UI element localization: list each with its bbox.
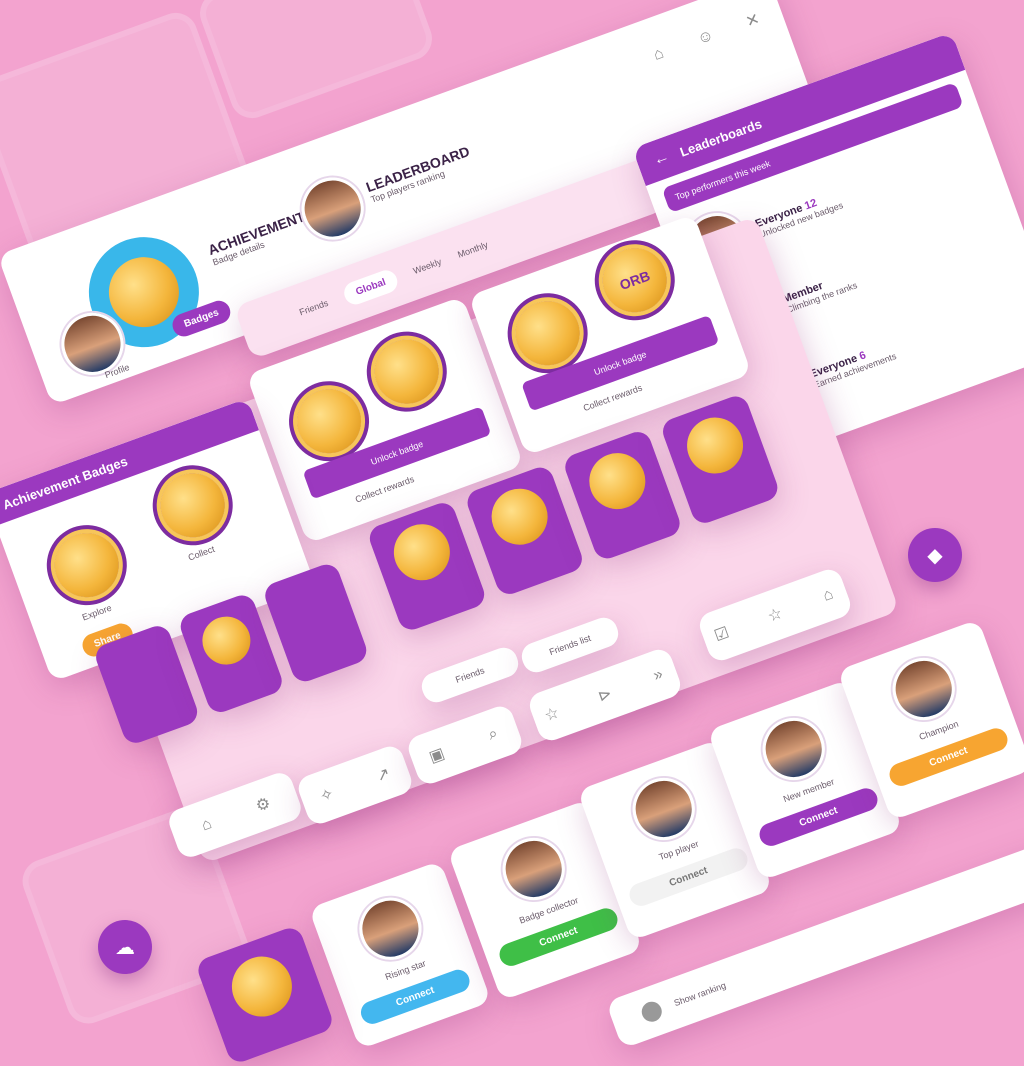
filter-item-active[interactable]: Global bbox=[340, 266, 401, 308]
camera-icon[interactable]: ▣ bbox=[411, 729, 463, 781]
star-icon[interactable]: ☆ bbox=[750, 589, 800, 641]
sparkle-icon[interactable]: ✧ bbox=[301, 769, 353, 821]
home-icon[interactable]: ⌂ bbox=[181, 799, 233, 851]
badge-icon bbox=[385, 516, 458, 589]
floating-action-icon[interactable]: ◆ bbox=[908, 528, 962, 582]
back-icon[interactable]: ← bbox=[651, 148, 672, 170]
settings-icon[interactable]: ⚙ bbox=[237, 779, 289, 831]
connect-button[interactable]: Connect bbox=[886, 725, 1011, 790]
connect-button[interactable]: Connect bbox=[626, 845, 751, 910]
profile-avatar bbox=[350, 888, 431, 969]
connect-button[interactable]: Connect bbox=[756, 785, 881, 850]
label-chip-text: Friends list bbox=[547, 632, 593, 658]
badge-caption: Collect bbox=[186, 543, 217, 563]
profile-avatar bbox=[753, 709, 834, 789]
chat-icon[interactable]: ☺ bbox=[680, 12, 732, 64]
badge-icon bbox=[483, 480, 556, 553]
floating-action-icon[interactable]: ☁ bbox=[98, 920, 152, 974]
bottom-badge-tile[interactable] bbox=[194, 924, 336, 1066]
profile-avatar bbox=[623, 769, 704, 849]
filter-item[interactable]: Monthly bbox=[456, 240, 489, 260]
search-icon[interactable]: ⌕ bbox=[467, 709, 519, 761]
badge-title-block: ACHIEVEMENT Badge details bbox=[206, 208, 311, 267]
badge-icon bbox=[679, 409, 751, 482]
play-icon[interactable]: ⊳ bbox=[580, 669, 630, 721]
bottom-strip-label[interactable]: Show ranking bbox=[673, 980, 728, 1008]
profile-avatar bbox=[493, 829, 574, 909]
leaderboard-title-block: LEADERBOARD Top players ranking bbox=[364, 143, 475, 205]
badge-icon bbox=[151, 464, 234, 547]
arrow-icon[interactable]: ↗ bbox=[357, 749, 409, 801]
home-icon[interactable]: ⌂ bbox=[633, 29, 685, 81]
badge-icon bbox=[195, 609, 258, 672]
filter-item[interactable]: Weekly bbox=[412, 257, 443, 276]
leaderboard-avatar bbox=[292, 168, 373, 249]
filter-item[interactable]: Friends bbox=[298, 298, 330, 318]
orb-badge: ORB bbox=[593, 239, 676, 322]
badge-icon bbox=[45, 524, 128, 607]
badge-icon bbox=[223, 948, 301, 1025]
user-dot-icon bbox=[638, 998, 665, 1025]
badge-caption: Explore bbox=[80, 602, 113, 623]
profile-avatar bbox=[883, 649, 964, 729]
badge-icon bbox=[365, 330, 448, 413]
close-icon[interactable]: ✕ bbox=[727, 0, 779, 47]
stage: ACHIEVEMENT Badge details LEADERBOARD To… bbox=[0, 0, 1024, 1066]
label-chip-text: Friends bbox=[454, 665, 486, 685]
connect-button[interactable]: Connect bbox=[496, 905, 621, 970]
badge-icon bbox=[581, 445, 654, 518]
